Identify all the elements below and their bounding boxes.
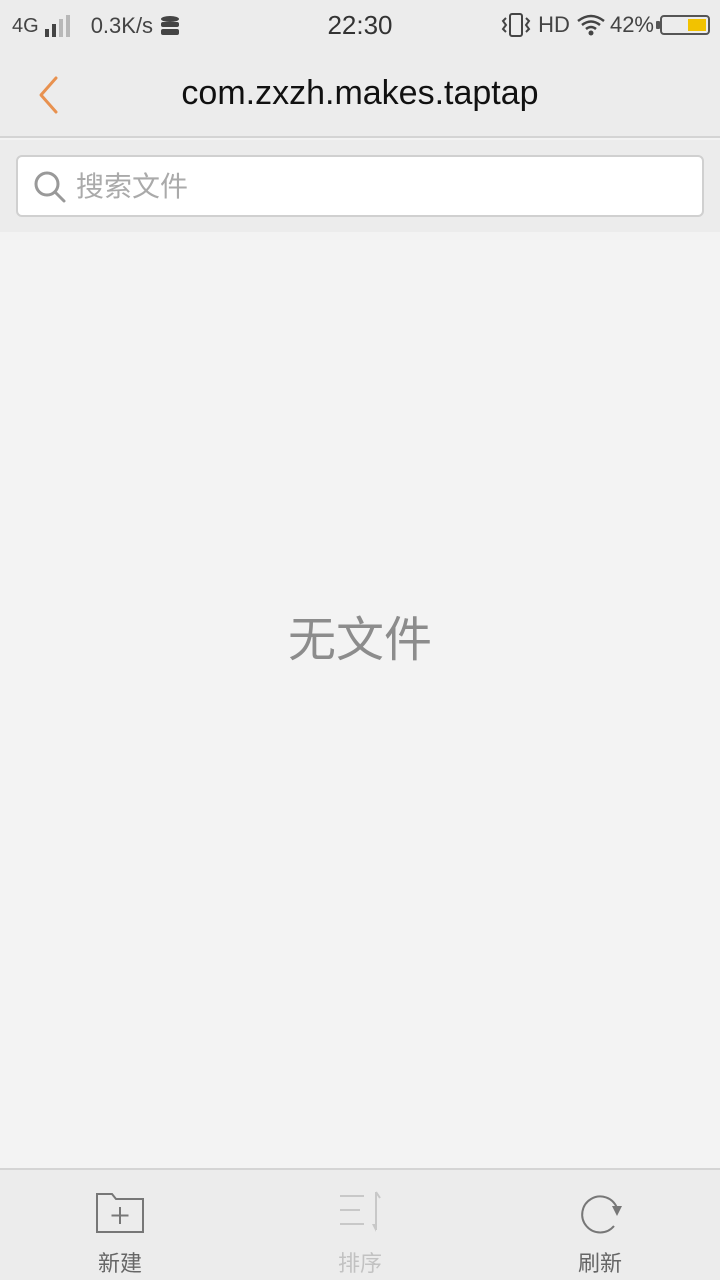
search-input[interactable] — [76, 165, 686, 207]
new-folder-icon — [96, 1193, 144, 1233]
refresh-button[interactable]: 刷新 — [480, 1170, 720, 1280]
search-box[interactable] — [16, 155, 704, 217]
new-folder-label: 新建 — [97, 1252, 142, 1277]
page-title: com.zxzh.makes.taptap — [181, 74, 539, 112]
sort-label: 排序 — [337, 1252, 382, 1277]
battery-icon — [656, 15, 710, 35]
status-bar: 4G 0.3K/s 22:30 HD 42% — [0, 0, 720, 52]
title-bar: com.zxzh.makes.taptap — [0, 52, 720, 138]
refresh-icon — [581, 1195, 622, 1234]
empty-state-text: 无文件 — [287, 612, 432, 668]
sort-icon — [340, 1191, 381, 1232]
hd-indicator: HD — [538, 12, 570, 37]
status-right: HD 42% — [500, 10, 710, 40]
vibrate-icon — [501, 13, 531, 37]
new-folder-button[interactable]: 新建 — [0, 1170, 240, 1280]
refresh-label: 刷新 — [577, 1252, 622, 1277]
bottom-toolbar: 新建 排序 刷新 — [0, 1168, 720, 1280]
sort-button[interactable]: 排序 — [240, 1170, 480, 1280]
battery-percent: 42% — [609, 12, 654, 37]
search-icon — [34, 171, 66, 203]
search-bar — [0, 140, 720, 232]
wifi-icon — [577, 14, 605, 36]
